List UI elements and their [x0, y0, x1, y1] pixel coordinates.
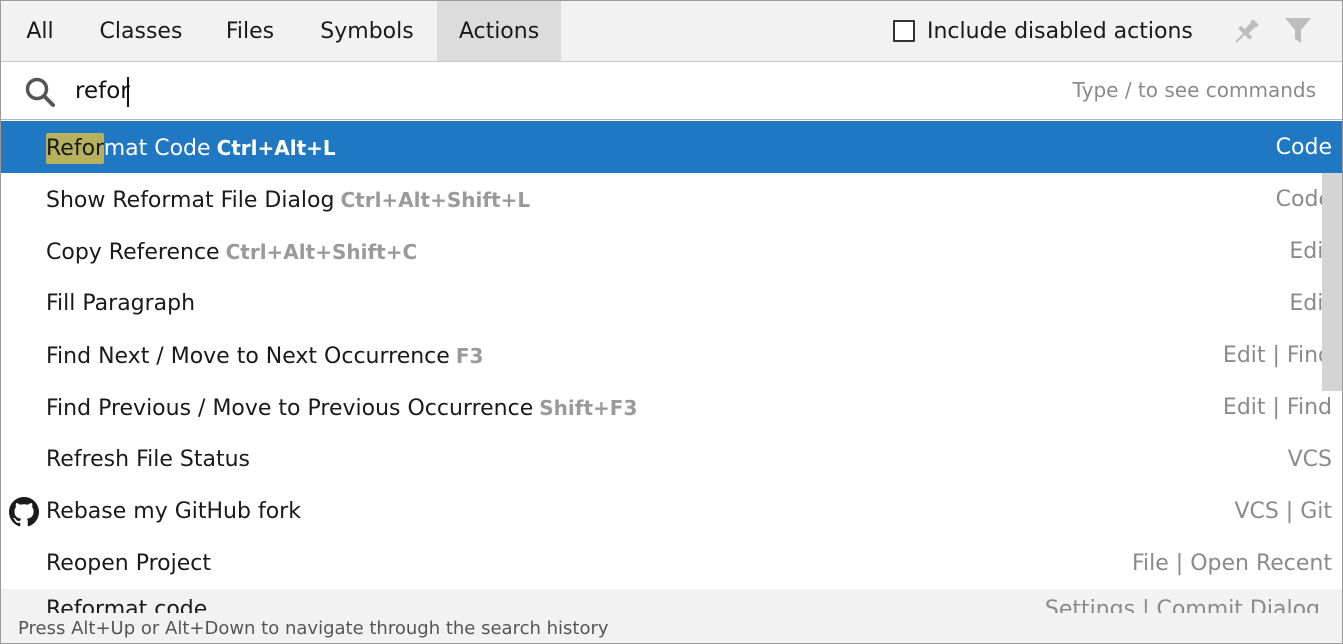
result-label: mat Code — [104, 136, 211, 161]
result-name: Copy ReferenceCtrl+Alt+Shift+C — [46, 225, 417, 280]
status-bar: Press Alt+Up or Alt+Down to navigate thr… — [1, 613, 1342, 643]
result-row[interactable]: Find Next / Move to Next OccurrenceF3 Ed… — [1, 329, 1342, 381]
search-icon — [23, 75, 57, 109]
result-label: Show Reformat File Dialog — [46, 188, 334, 213]
result-row[interactable]: Rebase my GitHub fork VCS | Git — [1, 485, 1342, 537]
search-row: Type / to see commands — [1, 62, 1342, 120]
result-shortcut: F3 — [456, 344, 484, 368]
result-shortcut: Ctrl+Alt+Shift+L — [340, 188, 530, 212]
result-name: Rebase my GitHub fork — [46, 485, 301, 539]
scrollbar-thumb[interactable] — [1322, 173, 1342, 391]
status-text: Press Alt+Up or Alt+Down to navigate thr… — [18, 614, 609, 644]
result-group: Code — [1276, 121, 1332, 175]
result-label: Refresh File Status — [46, 447, 250, 472]
result-name: Reformat CodeCtrl+Alt+L — [46, 121, 336, 176]
text-caret — [127, 77, 129, 107]
result-group: Edit | Find — [1223, 381, 1332, 435]
result-group: File | Open Recent — [1132, 537, 1332, 589]
include-disabled-label[interactable]: Include disabled actions — [927, 1, 1193, 61]
result-row[interactable]: Find Previous / Move to Previous Occurre… — [1, 381, 1342, 433]
result-label: Find Previous / Move to Previous Occurre… — [46, 396, 533, 421]
result-group: VCS | Git — [1234, 485, 1332, 539]
result-row[interactable]: Reformat CodeCtrl+Alt+L Code — [1, 121, 1342, 173]
tab-files[interactable]: Files — [203, 1, 297, 61]
result-name: Fill Paragraph — [46, 277, 195, 331]
tab-actions[interactable]: Actions — [437, 1, 561, 61]
result-name: Show Reformat File DialogCtrl+Alt+Shift+… — [46, 173, 530, 228]
result-label: Reopen Project — [46, 551, 211, 576]
github-icon — [9, 497, 39, 527]
pin-icon[interactable] — [1229, 15, 1263, 49]
tab-classes[interactable]: Classes — [79, 1, 203, 61]
result-label: Find Next / Move to Next Occurrence — [46, 344, 450, 369]
search-hint: Type / to see commands — [1073, 62, 1316, 119]
include-disabled-checkbox[interactable] — [893, 20, 915, 42]
result-row-partial[interactable]: Reformat code Settings | Commit Dialog — [1, 589, 1342, 613]
result-label: Rebase my GitHub fork — [46, 499, 301, 524]
result-row[interactable]: Refresh File Status VCS — [1, 433, 1342, 485]
result-shortcut: Ctrl+Alt+Shift+C — [226, 240, 418, 264]
tab-bar: All Classes Files Symbols Actions Includ… — [1, 1, 1342, 62]
result-group: Edit | Find — [1223, 329, 1332, 383]
result-name: Find Next / Move to Next OccurrenceF3 — [46, 329, 483, 384]
result-row[interactable]: Show Reformat File DialogCtrl+Alt+Shift+… — [1, 173, 1342, 225]
search-input[interactable] — [75, 74, 975, 108]
search-everywhere-popup: All Classes Files Symbols Actions Includ… — [0, 0, 1343, 644]
result-shortcut: Ctrl+Alt+L — [217, 136, 336, 160]
result-row[interactable]: Fill Paragraph Edit — [1, 277, 1342, 329]
result-label: Fill Paragraph — [46, 291, 195, 316]
results-list: Reformat CodeCtrl+Alt+L Code Show Reform… — [1, 121, 1342, 589]
result-group: VCS — [1288, 433, 1332, 487]
result-name: Reopen Project — [46, 537, 211, 589]
filter-icon[interactable] — [1283, 15, 1313, 47]
result-shortcut: Shift+F3 — [539, 396, 637, 420]
result-row[interactable]: Reopen Project File | Open Recent — [1, 537, 1342, 589]
tab-symbols[interactable]: Symbols — [297, 1, 437, 61]
tab-all[interactable]: All — [1, 1, 79, 61]
result-name: Refresh File Status — [46, 433, 250, 487]
result-name: Find Previous / Move to Previous Occurre… — [46, 381, 637, 436]
result-label: Copy Reference — [46, 240, 220, 265]
result-row[interactable]: Copy ReferenceCtrl+Alt+Shift+C Edit — [1, 225, 1342, 277]
match-highlight: Refor — [46, 133, 104, 164]
result-name: Reformat code — [46, 597, 207, 613]
result-group: Settings | Commit Dialog — [1045, 597, 1320, 613]
